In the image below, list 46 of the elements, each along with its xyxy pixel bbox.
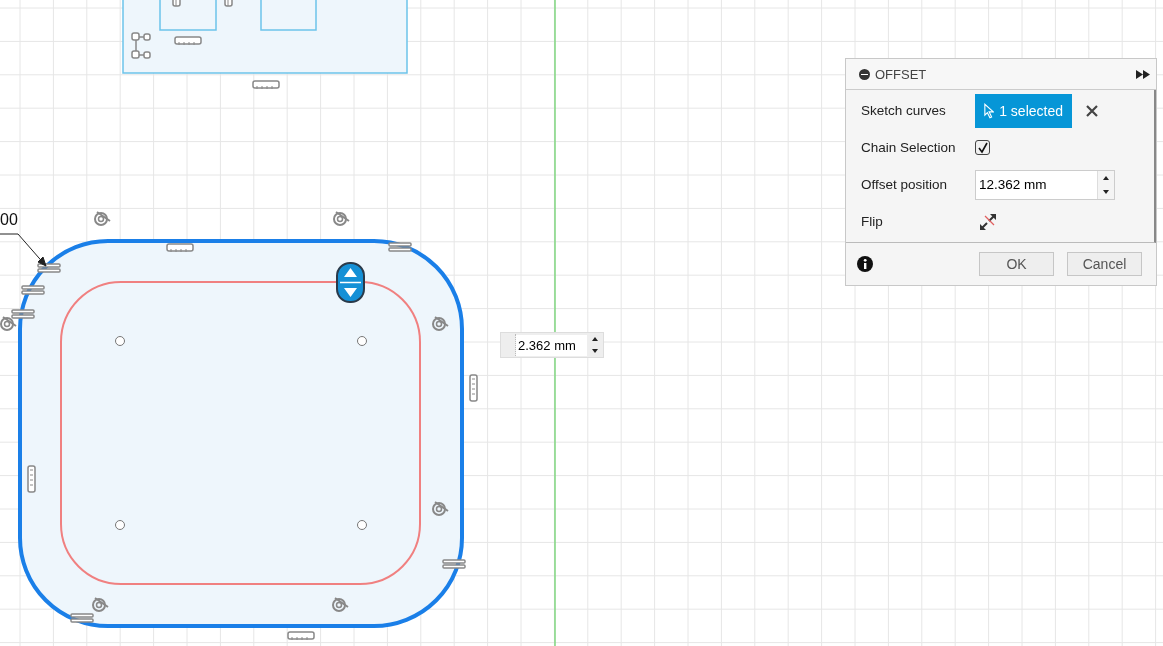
horizontal-constraint-icon (166, 243, 194, 253)
spin-up-icon[interactable] (592, 337, 598, 341)
tangent-constraint-icon (94, 211, 111, 226)
cursor-icon (984, 101, 995, 120)
sketch-point (115, 336, 125, 346)
equal-constraint-icon (388, 242, 412, 252)
tangent-constraint-icon (0, 316, 17, 331)
sketch-point (115, 520, 125, 530)
offset-position-field[interactable]: 12.362 mm (975, 169, 1115, 200)
tangent-constraint-icon (432, 316, 449, 331)
horizontal-constraint-icon (174, 36, 202, 46)
field-label: Sketch curves (861, 103, 947, 118)
flip-icon[interactable] (979, 212, 997, 231)
tangent-constraint-icon (333, 211, 350, 226)
tangent-constraint-icon (332, 597, 349, 612)
spin-down-icon[interactable] (592, 349, 598, 353)
vertical-constraint-icon (469, 374, 478, 402)
spin-up-icon[interactable] (1103, 175, 1109, 180)
expand-icon[interactable] (1136, 69, 1150, 79)
horizontal-constraint-icon (287, 631, 315, 641)
offset-input-field[interactable]: 2.362 mm (500, 332, 604, 358)
vertical-constraint-icon (27, 465, 36, 493)
fix-constraint-icon (224, 0, 233, 7)
tangent-constraint-icon (432, 501, 449, 516)
checkbox[interactable] (975, 140, 990, 155)
coincident-constraint-icon (131, 32, 151, 59)
cancel-button[interactable]: Cancel (1067, 252, 1142, 276)
tangent-constraint-icon (92, 597, 109, 612)
leader-line (0, 233, 47, 267)
ok-button[interactable]: OK (979, 252, 1054, 276)
collapse-icon[interactable] (859, 68, 870, 80)
field-label: Flip (861, 214, 884, 229)
horizontal-constraint-icon (252, 80, 280, 90)
field-label: Chain Selection (861, 140, 957, 155)
fix-constraint-icon (172, 0, 181, 7)
equal-constraint-icon (70, 613, 94, 623)
dialog-title: OFFSET (875, 66, 928, 82)
clear-icon[interactable] (1086, 104, 1098, 117)
equal-constraint-icon (21, 285, 45, 295)
equal-constraint-icon (442, 559, 466, 569)
sketch-point (357, 336, 367, 346)
sketch-point (357, 520, 367, 530)
spin-down-icon[interactable] (1103, 189, 1109, 194)
equal-constraint-icon (11, 309, 35, 319)
field-label: Offset position (861, 177, 949, 192)
equal-constraint-icon (37, 263, 61, 273)
